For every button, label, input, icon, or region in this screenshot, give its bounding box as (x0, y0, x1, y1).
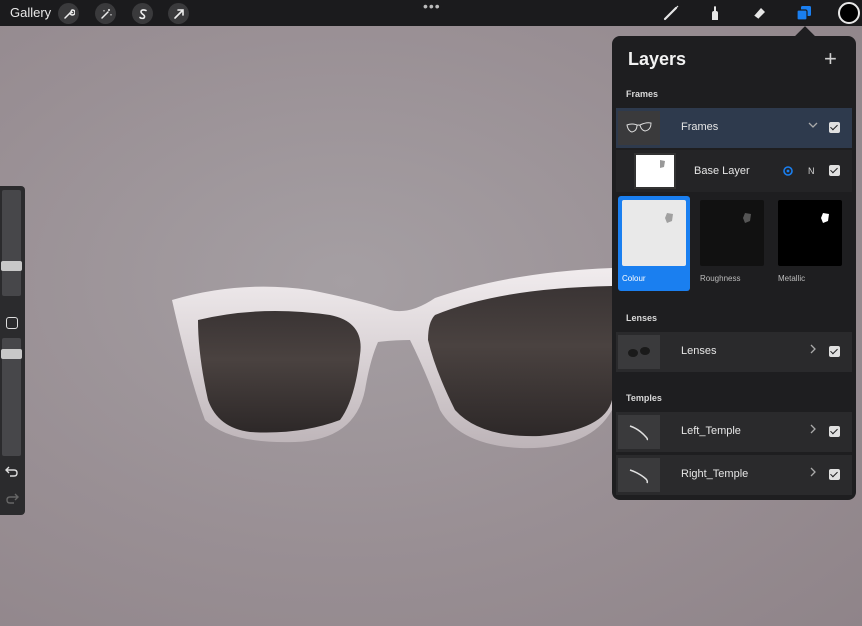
smudge-icon[interactable] (705, 3, 725, 23)
material-label: Colour (622, 274, 646, 283)
layer-row-left-temple[interactable]: Left_Temple (616, 412, 852, 452)
gallery-button[interactable]: Gallery (10, 5, 51, 20)
material-thumbnail (700, 200, 764, 266)
adjustments-magic-wand-icon[interactable] (95, 3, 116, 24)
group-label-lenses: Lenses (626, 313, 658, 323)
material-thumbnail (622, 200, 686, 266)
layer-name: Lenses (681, 345, 717, 357)
chevron-right-icon[interactable] (807, 423, 819, 435)
material-roughness[interactable]: Roughness (696, 196, 768, 291)
more-options-dots[interactable]: ••• (423, 0, 441, 14)
selection-s-icon[interactable] (132, 3, 153, 24)
transform-arrow-icon[interactable] (168, 3, 189, 24)
visibility-checkbox[interactable] (829, 346, 840, 357)
layer-thumbnail (618, 415, 660, 449)
eraser-icon[interactable] (749, 3, 769, 23)
layers-panel: Layers + Frames Frames Base Layer N Colo… (612, 36, 856, 500)
layer-thumbnail (618, 335, 660, 369)
top-toolbar: Gallery ••• (0, 0, 862, 26)
chevron-right-icon[interactable] (807, 343, 819, 355)
visibility-checkbox[interactable] (829, 165, 840, 176)
brush-size-slider-thumb[interactable] (1, 261, 22, 271)
layer-name: Right_Temple (681, 468, 749, 480)
opacity-slider-thumb[interactable] (1, 349, 22, 359)
visibility-checkbox[interactable] (829, 426, 840, 437)
layer-row-lenses[interactable]: Lenses (616, 332, 852, 372)
blend-mode-indicator[interactable]: N (808, 166, 815, 176)
brush-size-slider[interactable] (2, 190, 21, 296)
left-sidebar (0, 186, 25, 515)
layer-name: Left_Temple (681, 425, 741, 437)
group-label-frames: Frames (626, 89, 659, 99)
add-layer-button[interactable]: + (824, 46, 837, 72)
temple-thumbnail-icon (629, 469, 649, 484)
layer-name: Frames (681, 121, 719, 133)
brush-icon[interactable] (661, 3, 681, 23)
material-label: Roughness (700, 274, 741, 283)
glasses-3d-model[interactable] (160, 260, 620, 460)
redo-icon[interactable] (5, 492, 19, 504)
group-label-temples: Temples (626, 393, 662, 403)
lenses-thumbnail-icon (628, 347, 650, 357)
material-metallic[interactable]: Metallic (774, 196, 846, 291)
color-well[interactable] (838, 2, 860, 24)
material-colour[interactable]: Colour (618, 196, 690, 291)
layer-row-right-temple[interactable]: Right_Temple (616, 455, 852, 495)
glasses-thumbnail-icon (626, 122, 652, 133)
layer-thumbnail (618, 111, 660, 145)
layers-icon[interactable] (794, 3, 814, 23)
layer-row-base-layer[interactable]: Base Layer N (616, 150, 852, 192)
actions-wrench-icon[interactable] (58, 3, 79, 24)
material-label: Metallic (778, 274, 806, 283)
chevron-down-icon[interactable] (807, 119, 819, 131)
material-gear-icon[interactable] (782, 165, 794, 177)
layer-thumbnail (634, 153, 676, 189)
visibility-checkbox[interactable] (829, 469, 840, 480)
layer-name: Base Layer (694, 165, 750, 177)
temple-thumbnail-icon (629, 425, 649, 441)
layer-row-frames[interactable]: Frames (616, 108, 852, 148)
layer-thumbnail (618, 458, 660, 492)
undo-icon[interactable] (5, 465, 19, 477)
material-thumbnail (778, 200, 842, 266)
modify-button[interactable] (6, 317, 18, 329)
visibility-checkbox[interactable] (829, 122, 840, 133)
panel-title: Layers (628, 49, 687, 69)
chevron-right-icon[interactable] (807, 466, 819, 478)
